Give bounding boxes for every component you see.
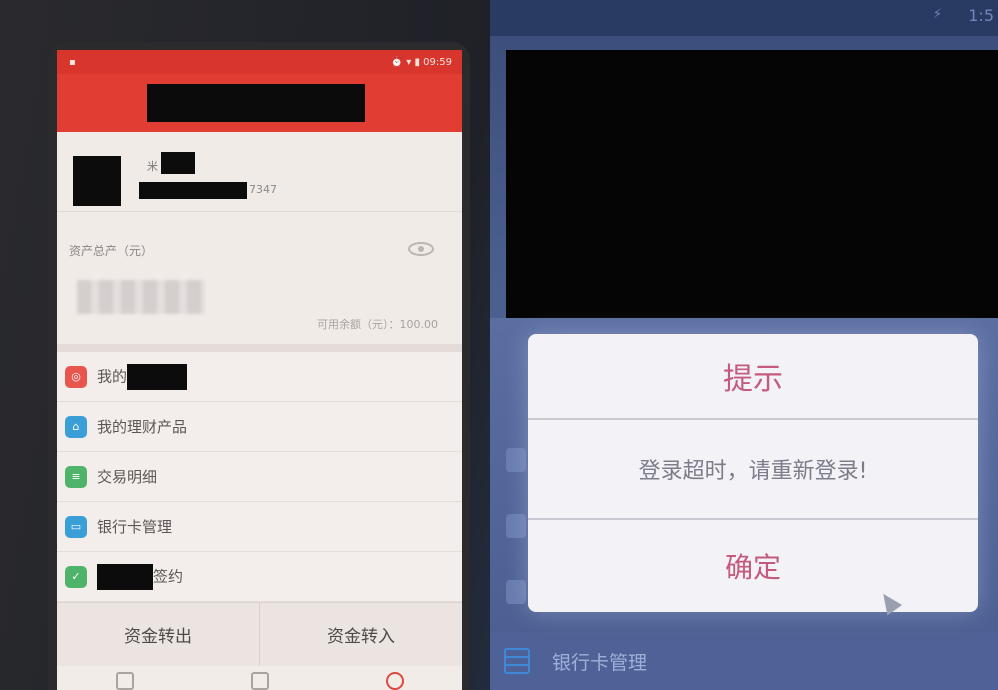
left-phone-screen: ▪ ⏰ ▾ ▮ 09:59 米 7347 资产总产（元） 可用余额（元）：100… — [57, 50, 462, 690]
profile-section[interactable]: 米 7347 — [57, 132, 462, 212]
menu-label-text: 我的 — [97, 367, 128, 385]
menu-label-text: 银行卡管理 — [97, 518, 173, 536]
charging-icon: ⚡ — [932, 7, 942, 22]
home-tab-icon[interactable] — [115, 672, 134, 690]
menu-label-text: 签约 — [153, 567, 184, 585]
avatar[interactable] — [73, 156, 121, 206]
menu-label-text: 我的理财产品 — [97, 418, 188, 436]
menu-list: ◎ 我的 ⌂ 我的理财产品 ≡ 交易明细 ▭ 银行卡管理 ✓ 签约 — [57, 352, 462, 602]
dialog-message: 登录超时，请重新登录! — [528, 420, 978, 520]
menu-item-label: 签约 — [97, 563, 184, 590]
menu-item[interactable]: ≡ 交易明细 — [57, 452, 462, 502]
dimmed-menu-icon — [506, 514, 526, 538]
right-status-bar: ⚡ 1:5 — [490, 0, 998, 36]
blurred-asset-amount — [77, 280, 205, 314]
redacted-banner — [506, 50, 998, 318]
redacted-text — [97, 563, 153, 590]
fund-buttons: 资金转出 资金转入 — [57, 602, 462, 666]
status-bar: ▪ ⏰ ▾ ▮ 09:59 — [57, 50, 462, 74]
dimmed-menu-icon — [506, 580, 526, 604]
user-name-prefix: 米 — [147, 160, 158, 173]
menu-item-label: 交易明细 — [97, 466, 157, 487]
wealth-icon: ⌂ — [65, 415, 87, 438]
sign-icon: ✓ — [65, 565, 87, 588]
menu-item-label: 银行卡管理 — [97, 516, 172, 537]
menu-label-text: 交易明细 — [97, 468, 158, 486]
eye-icon[interactable] — [408, 242, 434, 256]
notification-icon: ▪ — [69, 56, 76, 68]
status-indicators: ⏰ ▾ ▮ 09:59 — [390, 56, 452, 68]
status-time: 1:5 — [968, 6, 994, 25]
phone-suffix: 7347 — [249, 183, 277, 196]
assets-label: 资产总产（元） — [69, 244, 154, 258]
dimmed-menu-icon — [506, 448, 526, 472]
redacted-text — [127, 363, 188, 390]
menu-item[interactable]: ⌂ 我的理财产品 — [57, 402, 462, 452]
detail-icon: ≡ — [65, 465, 87, 488]
redacted-phone — [139, 182, 247, 199]
deposit-button[interactable]: 资金转入 — [260, 603, 462, 666]
bank-card-icon: ▭ — [65, 515, 87, 538]
tab-bar — [57, 666, 462, 690]
menu-item-label: 我的 — [97, 363, 188, 390]
menu-item[interactable]: ▭ 银行卡管理 — [57, 502, 462, 552]
available-balance: 可用余额（元）：100.00 — [317, 318, 438, 331]
assets-section: 资产总产（元） 可用余额（元）：100.00 — [57, 212, 462, 352]
product-tab-icon[interactable] — [250, 672, 269, 690]
title-bar — [57, 74, 462, 132]
dialog-title: 提示 — [528, 334, 978, 420]
redacted-name — [161, 152, 195, 174]
record-icon: ◎ — [65, 365, 87, 388]
menu-item[interactable]: ✓ 签约 — [57, 552, 462, 602]
menu-item-label: 我的理财产品 — [97, 416, 187, 437]
bank-card-label: 银行卡管理 — [552, 651, 648, 674]
withdraw-button[interactable]: 资金转出 — [57, 603, 260, 666]
account-tab-icon[interactable] — [385, 672, 404, 690]
confirm-button[interactable]: 确定 — [528, 520, 978, 612]
timeout-dialog: 提示 登录超时，请重新登录! 确定 — [528, 334, 978, 612]
bank-card-menu-item[interactable]: 银行卡管理 — [490, 632, 998, 690]
bank-card-icon — [504, 648, 530, 674]
redacted-title — [147, 84, 365, 122]
menu-item[interactable]: ◎ 我的 — [57, 352, 462, 402]
